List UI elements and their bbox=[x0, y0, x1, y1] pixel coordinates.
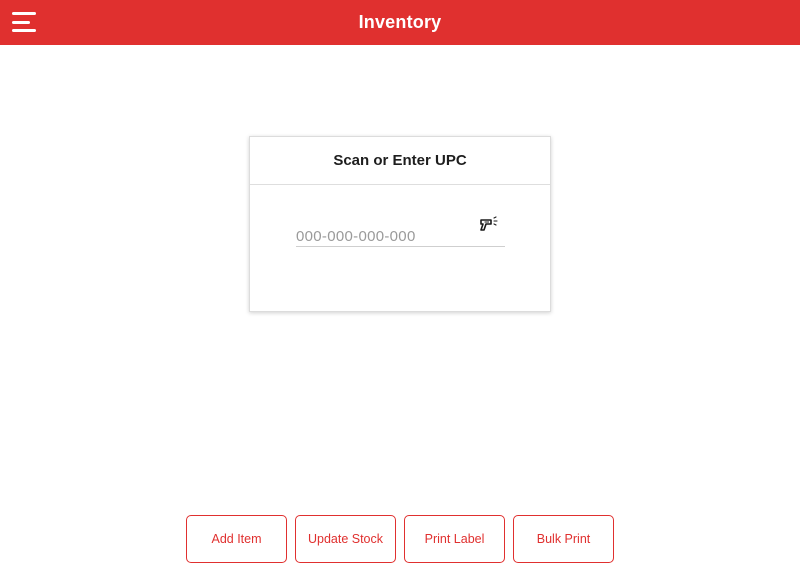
page-title: Inventory bbox=[358, 12, 442, 32]
action-buttons: Add Item Update Stock Print Label Bulk P… bbox=[186, 515, 614, 563]
app-header: Inventory bbox=[0, 0, 800, 45]
menu-line bbox=[12, 20, 30, 24]
scan-card-title: Scan or Enter UPC bbox=[250, 137, 550, 185]
upc-field bbox=[296, 211, 505, 247]
menu-line bbox=[12, 12, 36, 15]
hamburger-menu-icon[interactable] bbox=[12, 12, 36, 32]
add-item-button[interactable]: Add Item bbox=[186, 515, 287, 563]
menu-line bbox=[12, 29, 36, 32]
update-stock-button[interactable]: Update Stock bbox=[295, 515, 396, 563]
inventory-screen: Inventory Scan or Enter UPC Add Item Upd… bbox=[0, 0, 800, 578]
scanner-glyph bbox=[480, 216, 498, 231]
barcode-scanner-icon[interactable] bbox=[478, 215, 500, 237]
scan-upc-card: Scan or Enter UPC bbox=[249, 136, 551, 312]
bulk-print-button[interactable]: Bulk Print bbox=[513, 515, 614, 563]
upc-input[interactable] bbox=[296, 225, 476, 247]
print-label-button[interactable]: Print Label bbox=[404, 515, 505, 563]
